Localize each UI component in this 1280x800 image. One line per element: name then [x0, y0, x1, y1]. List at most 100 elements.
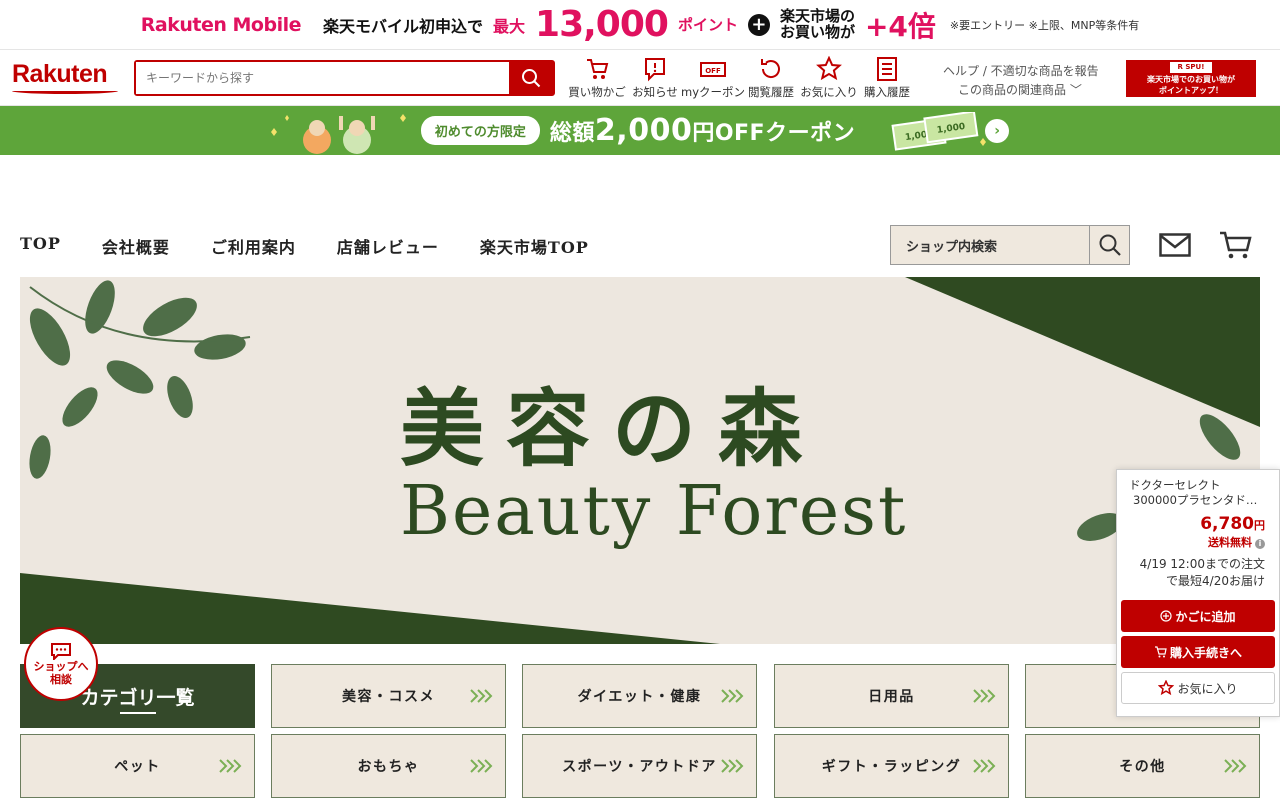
promo-max: 最大 — [493, 16, 526, 36]
category-label: 美容・コスメ — [342, 689, 435, 705]
shop-search[interactable]: ショップ内検索 — [890, 225, 1130, 265]
header-favorite[interactable]: お気に入り — [800, 56, 858, 100]
category-sports[interactable]: スポーツ・アウトドア — [522, 734, 757, 798]
favorite-label: お気に入り — [1177, 681, 1238, 696]
header-coupon-label: myクーポン — [681, 85, 746, 99]
promo-stack: 楽天市場の お買い物が — [779, 8, 855, 41]
category-beauty[interactable]: 美容・コスメ — [271, 664, 506, 728]
coupon-amount: 2,000 — [594, 113, 693, 148]
help-link[interactable]: ヘルプ / 不適切な商品を報告 — [943, 62, 1099, 81]
mail-icon[interactable] — [1159, 233, 1191, 257]
first-time-coupon-banner[interactable]: 初めての方限定 総額2,000円OFFクーポン 1,000 1,000 › — [0, 106, 1280, 155]
shop-nav-items: TOP 会社概要 ご利用案内 店舗レビュー 楽天市場TOP — [20, 234, 589, 258]
delivery-line1: 4/19 12:00までの注文 — [1139, 557, 1265, 571]
floating-product-panel: ドクターセレクト 300000プラセンタドリ… 6,780円 送料無料 i 4/1… — [1116, 469, 1280, 717]
favorite-button[interactable]: お気に入り — [1121, 672, 1275, 704]
first-time-pill: 初めての方限定 — [420, 116, 540, 145]
mobile-promo-banner[interactable]: Rakuten Mobile 楽天モバイル初申込で 最大 13,000 ポイント… — [0, 0, 1280, 50]
price-value: 6,780 — [1200, 514, 1254, 534]
product-price: 6,780円 — [1121, 514, 1275, 534]
shop-nav-ichiba-top[interactable]: 楽天市場TOP — [480, 234, 589, 258]
category-label: ダイエット・健康 — [577, 689, 702, 705]
shop-search-button[interactable] — [1089, 226, 1129, 264]
header-coupon[interactable]: OFF myクーポン — [681, 56, 746, 100]
triple-chevron-icon — [219, 759, 242, 773]
chevron-down-icon: ﹀ — [1069, 83, 1082, 97]
triple-chevron-icon — [470, 759, 493, 773]
history-icon — [761, 59, 780, 78]
header-purchase-history[interactable]: 購入履歴 — [858, 56, 916, 100]
category-daily[interactable]: 日用品 — [774, 664, 1009, 728]
promo-line-b: お買い物が — [779, 22, 855, 41]
search-button[interactable] — [509, 62, 553, 94]
category-label: ギフト・ラッピング — [821, 759, 962, 775]
price-unit: 円 — [1254, 519, 1265, 532]
promo-text: 楽天モバイル初申込で — [322, 16, 483, 36]
header-cart[interactable]: 買い物かご — [568, 56, 626, 100]
spu-tag: R SPU! — [1170, 62, 1212, 73]
shop-search-label[interactable]: ショップ内検索 — [891, 226, 1089, 264]
logo-swoosh — [12, 88, 118, 94]
cart-icon — [587, 59, 609, 79]
header-purchase-label: 購入履歴 — [864, 85, 910, 99]
header-icons: 買い物かご お知らせ OFF myクーポン 閲覧履歴 お気に入り 購入履歴 — [568, 56, 916, 100]
category-other[interactable]: その他 — [1025, 734, 1260, 798]
triple-chevron-icon — [470, 689, 493, 703]
category-gift[interactable]: ギフト・ラッピング — [774, 734, 1009, 798]
rakuten-logo[interactable]: Rakuten — [12, 60, 108, 89]
related-products-link[interactable]: この商品の関連商品 ﹀ — [943, 81, 1099, 100]
notice-icon — [645, 58, 665, 82]
spu-banner[interactable]: R SPU! 楽天市場でのお買い物が ポイントアップ！ — [1126, 60, 1256, 97]
category-toys[interactable]: おもちゃ — [271, 734, 506, 798]
related-label: この商品の関連商品 — [958, 83, 1067, 97]
promo-points: 13,000 — [535, 3, 669, 45]
product-name-line2: 300000プラセンタドリ… — [1133, 493, 1267, 507]
consult-line2: 相談 — [50, 673, 72, 686]
header-history[interactable]: 閲覧履歴 — [742, 56, 800, 100]
promo-note: ※要エントリー ※上限、MNP等条件有 — [949, 18, 1140, 32]
bills-illustration: 1,000 1,000 — [891, 112, 986, 151]
header-history-label: 閲覧履歴 — [748, 85, 794, 99]
site-header: Rakuten 買い物かご お知らせ OFF myクーポン 閲覧履歴 お気に入り — [0, 50, 1280, 106]
delivery-line2: で最短4/20お届け — [1166, 574, 1265, 588]
shop-nav-review[interactable]: 店舗レビュー — [337, 234, 439, 258]
rakuten-mobile-logo: Rakuten Mobile — [140, 13, 302, 36]
category-pet[interactable]: ペット — [20, 734, 255, 798]
search-icon — [1099, 234, 1121, 256]
shop-consult-button[interactable]: ショップへ 相談 — [24, 627, 98, 701]
coupon-icon: OFF — [700, 62, 726, 77]
shop-nav-top[interactable]: TOP — [20, 234, 61, 258]
shipping-label: 送料無料 — [1208, 536, 1252, 549]
info-icon[interactable]: i — [1255, 539, 1265, 549]
people-illustration — [271, 114, 406, 154]
hero-banner[interactable]: 美容の森 Beauty Forest — [20, 277, 1260, 644]
cart-icon — [1154, 646, 1167, 658]
spu-line1: 楽天市場でのお買い物が — [1147, 75, 1235, 84]
plus-circle-icon — [1160, 610, 1173, 622]
delivery-info: 4/19 12:00までの注文 で最短4/20お届け — [1121, 556, 1275, 590]
cart-icon[interactable] — [1219, 230, 1253, 260]
shipping-free: 送料無料 i — [1121, 534, 1275, 550]
checkout-button[interactable]: 購入手続きへ — [1121, 636, 1275, 668]
add-to-cart-label: かごに追加 — [1175, 609, 1236, 624]
add-to-cart-button[interactable]: かごに追加 — [1121, 600, 1275, 632]
triple-chevron-icon — [973, 759, 996, 773]
triple-chevron-icon — [721, 759, 744, 773]
header-cart-label: 買い物かご — [568, 85, 626, 99]
category-diet[interactable]: ダイエット・健康 — [522, 664, 757, 728]
hero-title-jp: 美容の森 — [400, 379, 825, 478]
header-notice[interactable]: お知らせ — [626, 56, 684, 100]
triple-chevron-icon — [1224, 759, 1247, 773]
hero-title-en: Beauty Forest — [400, 472, 908, 551]
category-label: その他 — [1119, 759, 1166, 775]
shop-nav-guide[interactable]: ご利用案内 — [211, 234, 296, 258]
header-links: ヘルプ / 不適切な商品を報告 この商品の関連商品 ﹀ — [943, 62, 1099, 100]
shop-nav-company[interactable]: 会社概要 — [102, 234, 170, 258]
star-icon — [816, 56, 842, 81]
triple-chevron-icon — [973, 689, 996, 703]
chat-icon — [51, 643, 71, 660]
category-label: スポーツ・アウトドア — [562, 759, 717, 775]
product-name[interactable]: ドクターセレクト 300000プラセンタドリ… — [1121, 478, 1275, 508]
category-label: おもちゃ — [357, 759, 420, 775]
search-input[interactable] — [136, 62, 509, 94]
